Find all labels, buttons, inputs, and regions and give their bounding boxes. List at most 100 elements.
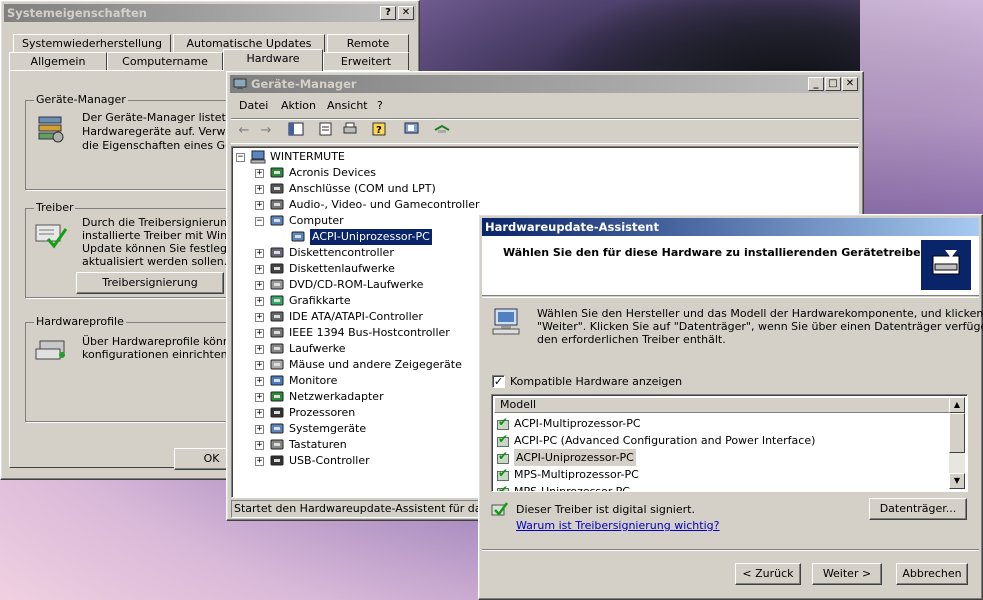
have-disk-button[interactable]: Datenträger... (869, 498, 967, 520)
close-button[interactable]: ✕ (398, 6, 414, 20)
tree-item[interactable]: + Tastaturen (255, 437, 347, 453)
model-list-item[interactable]: ACPI-PC (Advanced Configuration and Powe… (496, 431, 815, 449)
hardware-wizard-icon (921, 240, 971, 290)
tree-item[interactable]: + Laufwerke (255, 341, 346, 357)
signed-driver-text: Dieser Treiber ist digital signiert. (516, 503, 695, 516)
controller-icon (269, 246, 285, 260)
tree-item[interactable]: + Grafikkarte (255, 293, 351, 309)
cancel-button[interactable]: Abbrechen (896, 563, 968, 585)
driver-signing-button[interactable]: Treibersignierung (76, 272, 224, 294)
expand-icon[interactable]: + (255, 200, 264, 210)
properties-icon[interactable] (317, 122, 335, 140)
print-icon[interactable] (341, 122, 359, 140)
hardware-profiles-group: Hardwareprofile Über Hardwareprofile kön… (25, 315, 254, 422)
model-list[interactable]: Modell ACPI-Multiprozessor-PC ACPI-PC (Ad… (491, 394, 968, 492)
collapse-icon[interactable]: − (255, 216, 264, 226)
help-icon[interactable]: ? (371, 122, 389, 140)
scroll-up-button[interactable]: ▲ (949, 397, 965, 413)
back-icon[interactable]: ← (235, 122, 253, 140)
tree-item[interactable]: + USB-Controller (255, 453, 370, 469)
signed-model-icon (496, 431, 510, 448)
menu-aktion[interactable]: Aktion (281, 96, 316, 116)
compatible-hardware-label[interactable]: Kompatible Hardware anzeigen (510, 375, 682, 388)
scrollbar[interactable]: ▲ ▼ (949, 397, 965, 489)
model-list-item[interactable]: MPS-Multiprozessor-PC (496, 465, 639, 483)
forward-icon[interactable]: → (257, 122, 275, 140)
tree-item[interactable]: + Mäuse und andere Zeigegeräte (255, 357, 462, 373)
menu-help[interactable]: ? (377, 96, 383, 116)
tree-item[interactable]: + IEEE 1394 Bus-Hostcontroller (255, 325, 450, 341)
scan-hardware-icon[interactable] (403, 122, 421, 140)
expand-icon[interactable]: + (255, 296, 264, 306)
expand-icon[interactable]: + (255, 424, 264, 434)
tree-item[interactable]: + Diskettenlaufwerke (255, 261, 395, 277)
expand-icon[interactable]: + (255, 312, 264, 322)
expand-icon[interactable]: + (255, 184, 264, 194)
computer-icon (269, 214, 285, 228)
expand-icon[interactable]: + (255, 264, 264, 274)
model-list-item[interactable]: MPS-Uniprozessor-PC (496, 482, 630, 491)
audio-icon (269, 198, 285, 212)
list-header-modell[interactable]: Modell (494, 397, 951, 413)
menu-datei[interactable]: Datei (239, 96, 268, 116)
tree-item-label: DVD/CD-ROM-Laufwerke (289, 278, 424, 291)
tab-computername[interactable]: Computername (107, 52, 223, 70)
expand-icon[interactable]: + (255, 408, 264, 418)
expand-icon[interactable]: + (255, 392, 264, 402)
status-text: Startet den Hardwareupdate-Assistent für… (234, 502, 518, 515)
tree-child-item[interactable]: ACPI-Uniprozessor-PC (290, 228, 433, 246)
tree-item-label: ACPI-Uniprozessor-PC (309, 228, 433, 246)
expand-icon[interactable]: + (255, 248, 264, 258)
expand-icon[interactable]: + (255, 440, 264, 450)
tree-item-label: Tastaturen (289, 438, 347, 451)
scroll-down-button[interactable]: ▼ (949, 473, 965, 489)
model-list-item[interactable]: ACPI-Multiprozessor-PC (496, 414, 641, 432)
tab-erweitert[interactable]: Erweitert (323, 52, 409, 70)
tree-item[interactable]: + Audio-, Video- und Gamecontroller (255, 197, 480, 213)
tree-item[interactable]: + Acronis Devices (255, 165, 376, 181)
tab-hardware[interactable]: Hardware (223, 49, 323, 71)
tab-allgemein[interactable]: Allgemein (9, 52, 107, 70)
tree-item[interactable]: − Computer (255, 213, 344, 229)
tab-remote[interactable]: Remote (327, 34, 409, 52)
tree-root[interactable]: − WINTERMUTE (236, 149, 345, 165)
device-manager-titlebar[interactable]: Geräte-Manager _ □ ✕ (230, 75, 860, 93)
expand-icon[interactable]: + (255, 280, 264, 290)
tree-view-icon[interactable] (287, 122, 305, 140)
tree-item[interactable]: + Systemgeräte (255, 421, 366, 437)
cpu-icon (269, 406, 285, 420)
device-icon (269, 166, 285, 180)
tree-item-label: IDE ATA/ATAPI-Controller (289, 310, 423, 323)
minimize-button[interactable]: _ (808, 77, 824, 91)
next-button[interactable]: Weiter > (812, 563, 882, 585)
expand-icon[interactable]: + (255, 344, 264, 354)
compatible-hardware-checkbox[interactable]: ✓ (492, 375, 505, 388)
maximize-button[interactable]: □ (825, 77, 841, 91)
tree-item[interactable]: + Anschlüsse (COM und LPT) (255, 181, 436, 197)
expand-icon[interactable]: + (255, 168, 264, 178)
back-button[interactable]: < Zurück (735, 563, 801, 585)
tab-systemwiederherstellung[interactable]: Systemwiederherstellung (13, 34, 171, 52)
tree-item[interactable]: + DVD/CD-ROM-Laufwerke (255, 277, 423, 293)
tree-item[interactable]: + Diskettencontroller (255, 245, 394, 261)
help-button[interactable]: ? (380, 6, 396, 20)
svg-text:?: ? (376, 125, 382, 136)
driver-signing-link[interactable]: Warum ist Treibersignierung wichtig? (516, 519, 719, 532)
expand-icon[interactable]: + (255, 376, 264, 386)
menu-ansicht[interactable]: Ansicht (327, 96, 368, 116)
expand-icon[interactable]: + (255, 456, 264, 466)
collapse-icon[interactable]: − (236, 152, 245, 162)
wizard-titlebar[interactable]: Hardwareupdate-Assistent (482, 218, 979, 236)
tree-item[interactable]: + Prozessoren (255, 405, 355, 421)
expand-icon[interactable]: + (255, 328, 264, 338)
expand-icon[interactable]: + (255, 360, 264, 370)
system-properties-titlebar[interactable]: Systemeigenschaften ? ✕ (4, 4, 416, 22)
scroll-thumb[interactable] (949, 413, 965, 453)
tree-item[interactable]: + Netzwerkadapter (255, 389, 384, 405)
model-list-item[interactable]: ACPI-Uniprozessor-PC (496, 448, 636, 466)
tree-item[interactable]: + IDE ATA/ATAPI-Controller (255, 309, 423, 325)
floppy-icon (269, 262, 285, 276)
tree-item[interactable]: + Monitore (255, 373, 337, 389)
update-driver-icon[interactable] (433, 122, 451, 140)
close-button[interactable]: ✕ (842, 77, 858, 91)
